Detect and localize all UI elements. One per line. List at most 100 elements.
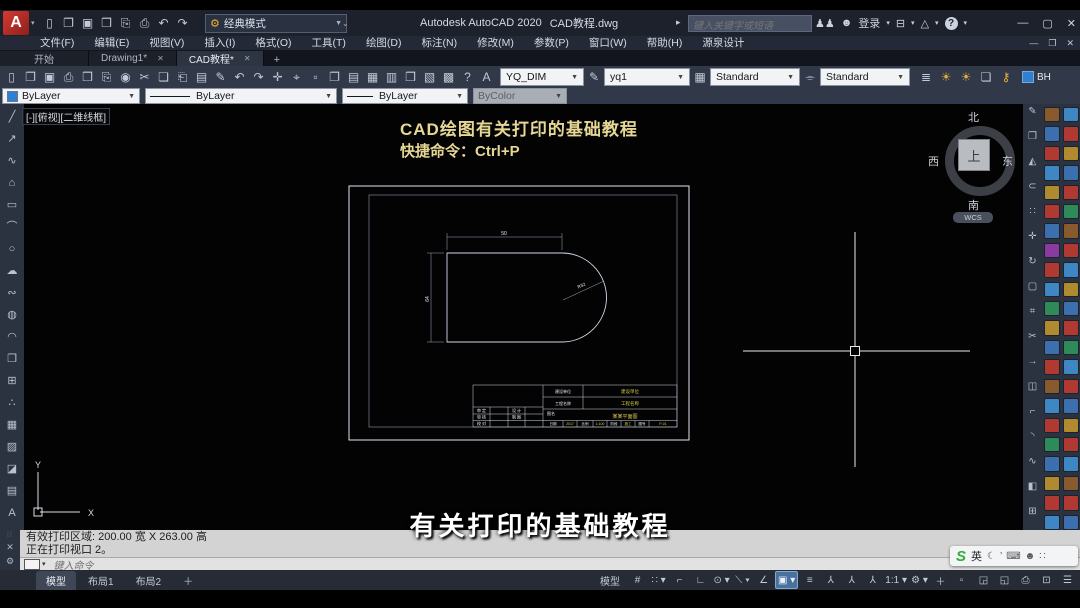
community-icon[interactable]: ♟♟ (815, 17, 835, 30)
plugin-tool-icon[interactable] (1062, 339, 1079, 356)
plugin-tool-icon[interactable] (1062, 398, 1079, 414)
mleader-style-icon[interactable]: ⌯ (800, 70, 820, 85)
plugin-tool-icon[interactable] (1043, 145, 1060, 162)
chevron-down-icon[interactable]: ▾ (911, 19, 915, 27)
plugin-tool-icon[interactable] (1043, 107, 1060, 123)
modify-tool-icon[interactable]: ◧ (1023, 482, 1042, 507)
viewcube-east-label[interactable]: 东 (1002, 153, 1013, 169)
plugin-tool-icon[interactable] (1062, 301, 1079, 317)
modify-tool-icon[interactable]: ✛ (1023, 232, 1042, 257)
drawing-canvas[interactable]: ╱ ↗ ∿ ⌂ ▭ ⌒ ○ ☁ ∾ ◍ ◠ ❐ ⊞ ∴ ▦ ▨ ◪ ▤ A 50 64 R32 (0, 104, 1080, 530)
draw-tool-icon[interactable]: ∿ (3, 150, 22, 172)
workspace-dropdown[interactable]: ⚙ 经典模式 ▼ (205, 14, 347, 33)
toolbar-icon[interactable]: ⎗ (173, 71, 192, 83)
plugin-tool-icon[interactable] (1062, 456, 1079, 472)
status-utility-icon[interactable]: ⎙ (1015, 572, 1036, 588)
toolbar-icon[interactable]: ▤ (192, 71, 211, 83)
close-icon[interactable]: ✕ (244, 54, 251, 63)
modify-tool-icon[interactable]: ◭ (1023, 157, 1042, 182)
quick-access-icon[interactable]: ▯ (40, 17, 59, 29)
draw-tool-icon[interactable]: ○ (3, 238, 22, 260)
plugin-tool-icon[interactable] (1062, 223, 1079, 239)
plugin-tool-icon[interactable] (1062, 436, 1079, 453)
modify-tool-icon[interactable]: ∿ (1023, 457, 1042, 482)
toolbar-icon[interactable]: ▣ (40, 71, 59, 83)
plugin-tool-icon[interactable] (1043, 398, 1060, 414)
ime-icon[interactable]: ’ (1000, 551, 1002, 562)
modify-tool-icon[interactable]: ▢ (1023, 282, 1042, 307)
doc-window-control-button[interactable]: ❐ (1048, 38, 1056, 49)
doc-window-control-button[interactable]: ✕ (1066, 38, 1074, 49)
command-input-row[interactable]: ▾ 键入命令 (20, 557, 1080, 572)
current-layer-name[interactable]: BH (1037, 72, 1051, 83)
status-toggle-icon[interactable]: 1:1 ▾ (883, 572, 909, 588)
toolbar-icon[interactable]: ▯ (2, 71, 21, 83)
linetype-dropdown[interactable]: ByLayer ▼ (145, 88, 337, 104)
person-icon[interactable]: ☻ (841, 17, 853, 29)
plugin-tool-icon[interactable] (1062, 242, 1079, 259)
status-utility-icon[interactable]: ◱ (994, 572, 1015, 588)
toolbar-icon[interactable]: ❐ (325, 71, 344, 83)
store-icon[interactable]: ⊟ (896, 17, 905, 30)
color-dropdown[interactable]: ByLayer ▼ (2, 88, 140, 104)
mleader-style-dropdown[interactable]: Standard ▼ (820, 68, 910, 86)
toolbar-icon[interactable]: ⎙ (59, 71, 78, 83)
draw-tool-icon[interactable]: ∾ (3, 282, 22, 304)
viewcube-top-face[interactable]: 上 (958, 139, 990, 171)
draw-tool-icon[interactable]: ⌂ (3, 172, 22, 194)
table-style-icon[interactable]: ▦ (690, 70, 710, 84)
logo-caret-icon[interactable]: ▾ (31, 19, 35, 27)
menu-item[interactable]: 格式(O) (245, 36, 301, 50)
help-icon[interactable]: ? (944, 16, 958, 30)
toolbar-icon[interactable]: ❒ (401, 71, 420, 83)
new-layout-button[interactable]: ＋ (173, 571, 203, 590)
draw-tool-icon[interactable]: ▦ (3, 414, 22, 436)
doc-window-control-button[interactable]: — (1029, 38, 1038, 49)
layer-properties-icon[interactable]: ≣ (916, 70, 936, 84)
quick-access-icon[interactable]: ↷ (173, 17, 192, 29)
draw-tool-icon[interactable]: ∴ (3, 392, 22, 414)
status-toggle-icon[interactable]: # (627, 572, 648, 588)
plugin-tool-icon[interactable] (1062, 281, 1079, 298)
toolbar-icon[interactable]: ↶ (230, 71, 249, 83)
slot-shape[interactable] (446, 252, 607, 343)
draw-tool-icon[interactable]: ☁ (3, 260, 22, 282)
toolbar-icon[interactable]: ▦ (363, 71, 382, 83)
plugin-tool-icon[interactable] (1043, 262, 1060, 278)
quick-access-icon[interactable]: ▣ (78, 17, 97, 29)
layer-on-icon[interactable]: ☀ (936, 70, 956, 84)
plugin-tool-icon[interactable] (1062, 417, 1079, 433)
plugin-tool-icon[interactable] (1062, 320, 1079, 336)
plugin-tool-icon[interactable] (1043, 204, 1060, 220)
quick-access-icon[interactable]: ❐ (59, 17, 78, 29)
menu-item[interactable]: 窗口(W) (579, 36, 637, 50)
menu-item[interactable]: 标注(N) (412, 36, 468, 50)
quick-access-icon[interactable]: ⎙ (135, 17, 154, 29)
modify-tool-icon[interactable]: ❐ (1023, 132, 1042, 157)
view-cube[interactable]: 北 南 西 东 上 WCS (928, 109, 1020, 223)
modify-tool-icon[interactable]: ◝ (1023, 432, 1042, 457)
draw-tool-icon[interactable]: ▭ (3, 194, 22, 216)
plugin-tool-icon[interactable] (1043, 417, 1060, 433)
status-toggle-icon[interactable]: ＋ (930, 572, 951, 588)
plugin-tool-icon[interactable] (1062, 475, 1079, 492)
draw-tool-icon[interactable]: ▨ (3, 436, 22, 458)
status-toggle-icon[interactable]: ⅄ (820, 572, 841, 588)
status-model-label[interactable]: 模型 (600, 573, 620, 588)
status-toggle-icon[interactable]: ∷ ▾ (648, 572, 669, 588)
viewcube-west-label[interactable]: 西 (928, 153, 939, 169)
modify-tool-icon[interactable]: ⌗ (1023, 307, 1042, 332)
menu-item[interactable]: 修改(M) (467, 36, 524, 50)
plugin-tool-icon[interactable] (1062, 204, 1079, 220)
crosshair-cursor[interactable] (743, 232, 970, 467)
tab-cad-tutorial[interactable]: CAD教程* ✕ (176, 51, 264, 66)
toolbar-overflow-icon[interactable]: ⌄ (342, 19, 349, 28)
status-utility-icon[interactable]: ⊡ (1036, 572, 1057, 588)
draw-tool-icon[interactable]: ◠ (3, 326, 22, 348)
modify-tool-icon[interactable]: → (1023, 357, 1042, 382)
plugin-tool-icon[interactable] (1062, 378, 1079, 395)
toolbar-icon[interactable]: ↷ (249, 71, 268, 83)
status-toggle-icon[interactable]: ⌐ (669, 572, 690, 588)
toolbar-icon[interactable]: ✛ (268, 71, 287, 83)
draw-tool-icon[interactable]: ⌒ (3, 216, 22, 238)
